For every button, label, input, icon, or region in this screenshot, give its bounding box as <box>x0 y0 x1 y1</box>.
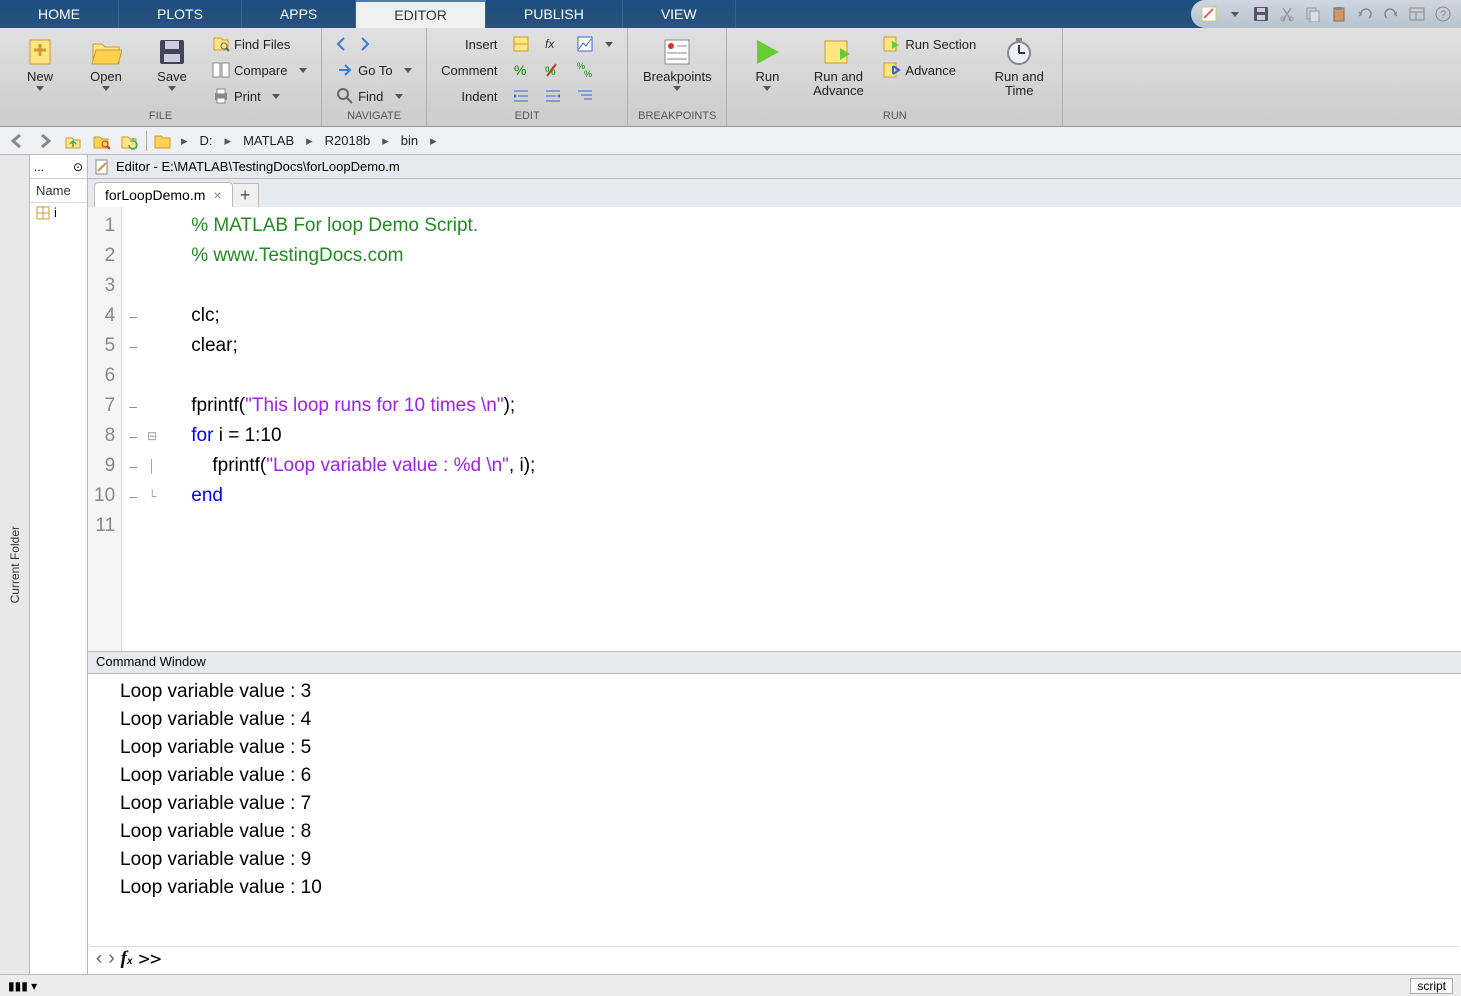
comment-percent-button[interactable]: % <box>508 58 534 82</box>
ribbon-group-navigate: Go To Find NAVIGATE <box>322 28 427 126</box>
tab-view[interactable]: VIEW <box>623 0 736 28</box>
paste-icon[interactable] <box>1329 4 1349 24</box>
back-button[interactable] <box>6 130 28 152</box>
save-icon[interactable] <box>1251 4 1271 24</box>
compare-button[interactable]: Compare <box>208 58 311 82</box>
status-bar: ▮▮▮ ▾ script <box>0 974 1461 996</box>
fx-icon[interactable]: fx <box>121 948 133 970</box>
qa-notes-icon[interactable] <box>1199 4 1219 24</box>
svg-text:?: ? <box>1440 9 1446 21</box>
comment-label: Comment <box>437 58 501 82</box>
cmd-fwd-icon[interactable]: › <box>108 948 114 970</box>
quick-access-toolbar: ? <box>1191 0 1461 28</box>
workspace-dropdown-icon[interactable]: ⊙ <box>73 160 83 174</box>
path-seg-1[interactable]: R2018b <box>323 133 373 148</box>
workspace-panel: ... ⊙ Name i <box>30 155 88 974</box>
redo-icon[interactable] <box>1381 4 1401 24</box>
run-section-button[interactable]: Run Section <box>879 32 980 56</box>
code-editor[interactable]: 1234567891011 –––––– ⊟│└ % MATLAB For lo… <box>88 207 1461 652</box>
ribbon-group-run: Run Run and Advance Run Section Advance … <box>727 28 1063 126</box>
indent-left-button[interactable] <box>540 84 566 108</box>
path-drive[interactable]: D: <box>198 133 215 148</box>
nav-arrows[interactable] <box>332 32 416 56</box>
cmd-prompt: >> <box>139 948 162 970</box>
status-busy-icon: ▮▮▮ ▾ <box>8 979 37 993</box>
ribbon: New Open Save Find Files Compare Print F… <box>0 28 1461 127</box>
workspace-var-i[interactable]: i <box>30 203 87 222</box>
find-button[interactable]: Find <box>332 84 416 108</box>
run-time-button[interactable]: Run and Time <box>986 32 1052 102</box>
tab-publish[interactable]: PUBLISH <box>486 0 623 28</box>
forward-button[interactable] <box>34 130 56 152</box>
run-button[interactable]: Run <box>737 32 797 95</box>
path-seg-2[interactable]: bin <box>399 133 420 148</box>
editor-title-text: Editor - E:\MATLAB\TestingDocs\forLoopDe… <box>116 159 400 174</box>
svg-text:%: % <box>584 69 592 79</box>
command-window-title: Command Window <box>88 652 1461 674</box>
command-window[interactable]: Loop variable value : 3Loop variable val… <box>88 674 1461 974</box>
help-icon[interactable]: ? <box>1433 4 1453 24</box>
insert-section-button[interactable] <box>508 32 534 56</box>
layout-icon[interactable] <box>1407 4 1427 24</box>
main-tabstrip: HOME PLOTS APPS EDITOR PUBLISH VIEW ? <box>0 0 1461 28</box>
ribbon-group-file: New Open Save Find Files Compare Print F… <box>0 28 322 126</box>
insert-label: Insert <box>461 32 502 56</box>
folder-icon <box>153 132 171 150</box>
qa-dropdown-icon[interactable] <box>1225 4 1245 24</box>
find-files-button[interactable]: Find Files <box>208 32 311 56</box>
editor-titlebar: Editor - E:\MATLAB\TestingDocs\forLoopDe… <box>88 155 1461 179</box>
tab-home[interactable]: HOME <box>0 0 119 28</box>
editor-doc-icon <box>94 159 110 175</box>
ribbon-group-breakpoints: Breakpoints BREAKPOINTS <box>628 28 727 126</box>
svg-text:%: % <box>514 62 526 78</box>
tab-apps[interactable]: APPS <box>242 0 356 28</box>
browse-button[interactable] <box>90 130 112 152</box>
tab-plots[interactable]: PLOTS <box>119 0 242 28</box>
ribbon-group-edit: Insert Comment Indent % fx % %% EDIT <box>427 28 628 126</box>
file-tabs: forLoopDemo.m× + <box>88 179 1461 207</box>
insert-fx-button[interactable]: fx <box>540 32 566 56</box>
breakpoints-button[interactable]: Breakpoints <box>647 32 707 95</box>
open-button[interactable]: Open <box>76 32 136 95</box>
indent-label: Indent <box>457 84 501 108</box>
tab-editor[interactable]: EDITOR <box>356 0 486 28</box>
insert-chart-button[interactable] <box>572 32 618 56</box>
indent-right-button[interactable] <box>508 84 534 108</box>
svg-text:fx: fx <box>545 37 555 51</box>
current-folder-panel[interactable]: Current Folder <box>0 155 30 974</box>
reload-button[interactable] <box>118 130 140 152</box>
address-bar: ▸ D: ▸ MATLAB ▸ R2018b ▸ bin ▸ <box>0 127 1461 155</box>
close-tab-icon[interactable]: × <box>213 187 221 203</box>
file-tab-active[interactable]: forLoopDemo.m× <box>94 182 233 207</box>
wrap-comment-button[interactable]: %% <box>572 58 618 82</box>
new-tab-button[interactable]: + <box>233 183 259 207</box>
undo-icon[interactable] <box>1355 4 1375 24</box>
path-seg-0[interactable]: MATLAB <box>241 133 296 148</box>
uncomment-button[interactable]: % <box>540 58 566 82</box>
new-button[interactable]: New <box>10 32 70 95</box>
goto-button[interactable]: Go To <box>332 58 416 82</box>
save-button[interactable]: Save <box>142 32 202 95</box>
smart-indent-button[interactable] <box>572 84 618 108</box>
cmd-back-icon[interactable]: ‹ <box>96 948 102 970</box>
workspace-menu[interactable]: ... <box>34 160 44 174</box>
up-folder-button[interactable] <box>62 130 84 152</box>
print-button[interactable]: Print <box>208 84 311 108</box>
cut-icon[interactable] <box>1277 4 1297 24</box>
run-advance-button[interactable]: Run and Advance <box>803 32 873 102</box>
status-mode: script <box>1410 978 1453 994</box>
advance-button[interactable]: Advance <box>879 58 980 82</box>
workspace-col-name[interactable]: Name <box>30 179 87 203</box>
copy-icon[interactable] <box>1303 4 1323 24</box>
